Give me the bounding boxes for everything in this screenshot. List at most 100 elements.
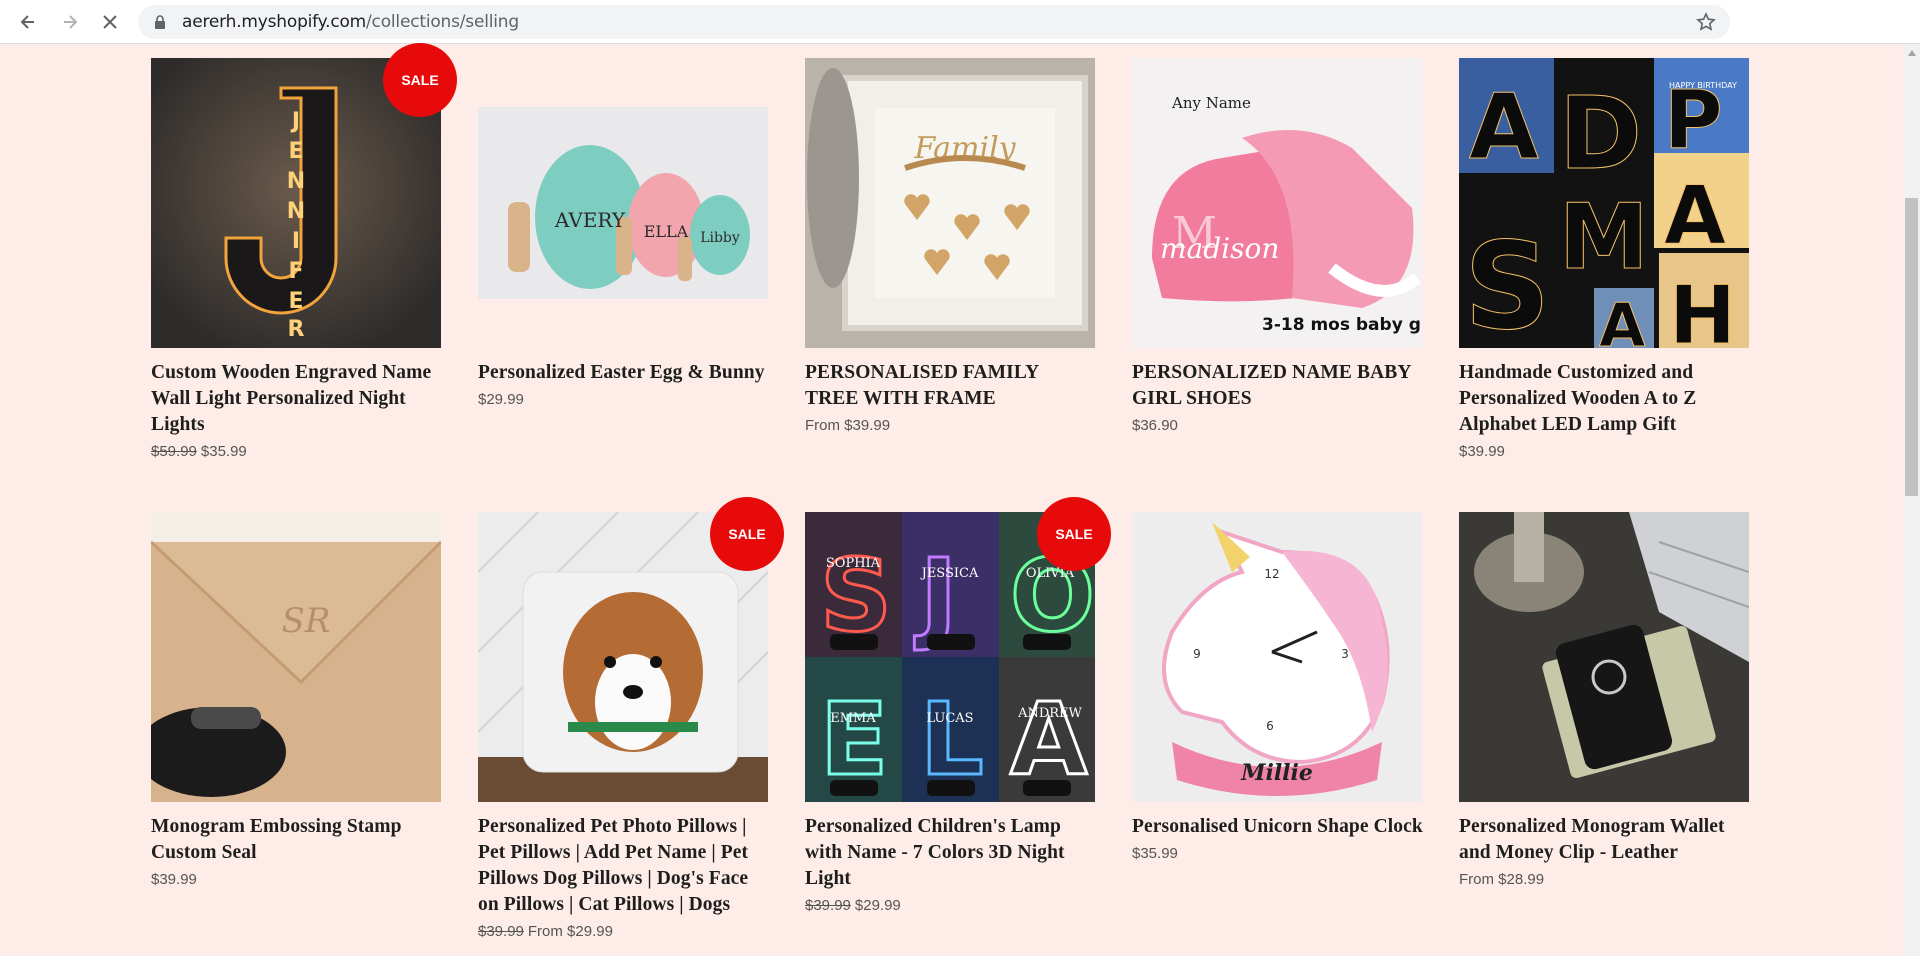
product-price: $39.99 $29.99 bbox=[805, 896, 1096, 916]
forward-arrow-icon bbox=[64, 15, 78, 29]
lamp-letter-a: A bbox=[1469, 75, 1539, 180]
seal-monogram: SR bbox=[282, 601, 331, 641]
product-price: $39.99 bbox=[151, 870, 442, 890]
product-price: From $28.99 bbox=[1459, 870, 1750, 890]
lamp-name-jessica: JESSICA bbox=[920, 566, 979, 581]
any-name-text: Any Name bbox=[1171, 94, 1251, 112]
compare-at-price: $39.99 bbox=[478, 923, 524, 940]
lamp-letter-a-2: A bbox=[1664, 169, 1726, 262]
product-price: $35.99 bbox=[1132, 844, 1423, 864]
product-price: $39.99 From $29.99 bbox=[478, 922, 769, 942]
svg-text:R: R bbox=[288, 317, 305, 342]
url-host: aererh.myshopify.com bbox=[182, 12, 367, 32]
lamp-letter-h: H bbox=[1669, 269, 1736, 348]
product-title[interactable]: Personalized Monogram Wallet and Money C… bbox=[1459, 814, 1750, 866]
clock-six: 6 bbox=[1266, 719, 1274, 733]
product-title[interactable]: Personalized Children's Lamp with Name -… bbox=[805, 814, 1096, 892]
scroll-up-button[interactable] bbox=[1903, 44, 1920, 61]
sale-badge: SALE bbox=[383, 43, 457, 117]
product-price: $39.99 bbox=[1459, 442, 1750, 462]
product-card[interactable]: Personalized Monogram Wallet and Money C… bbox=[1459, 512, 1750, 956]
back-arrow-icon bbox=[20, 15, 34, 29]
url-path: /collections/selling bbox=[366, 12, 519, 32]
product-image[interactable]: AVERY ELLA Libby bbox=[478, 58, 768, 348]
product-image[interactable] bbox=[1459, 512, 1749, 802]
svg-text:E: E bbox=[288, 289, 303, 314]
product-title[interactable]: Monogram Embossing Stamp Custom Seal bbox=[151, 814, 442, 866]
easter-egg-image: AVERY ELLA Libby bbox=[478, 107, 768, 299]
page-scrollbar[interactable] bbox=[1903, 44, 1920, 956]
svg-text:F: F bbox=[288, 259, 303, 284]
unicorn-clock-image: 12 3 6 9 Millie bbox=[1132, 512, 1422, 802]
product-title[interactable]: PERSONALISED FAMILY TREE WITH FRAME bbox=[805, 360, 1096, 412]
compare-at-price: $39.99 bbox=[805, 897, 851, 914]
product-price: $36.90 bbox=[1132, 416, 1423, 436]
product-card[interactable]: SR Monogram Embossing Stamp Custom Seal … bbox=[151, 512, 442, 956]
svg-text:E: E bbox=[288, 139, 303, 164]
clock-twelve: 12 bbox=[1264, 567, 1279, 581]
alphabet-lamp-collage-image: A D P S M A A H HAPPY BIRTHDAY bbox=[1459, 58, 1749, 348]
address-bar[interactable]: aererh.myshopify.com/collections/selling bbox=[138, 5, 1730, 39]
lamp-name-andrew: ANDREW bbox=[1017, 706, 1082, 721]
product-card[interactable]: Any Name M madison 3-18 mos baby girl PE… bbox=[1132, 58, 1423, 512]
product-price: $29.99 bbox=[478, 390, 769, 410]
embossing-stamp-image: SR bbox=[151, 512, 441, 802]
product-title[interactable]: Personalized Pet Photo Pillows | Pet Pil… bbox=[478, 814, 769, 918]
price-value: From $28.99 bbox=[1459, 871, 1545, 888]
product-image[interactable]: Family bbox=[805, 58, 1095, 348]
product-image[interactable]: 12 3 6 9 Millie bbox=[1132, 512, 1422, 802]
sale-price: $35.99 bbox=[200, 443, 247, 460]
compare-at-price: $59.99 bbox=[151, 443, 197, 460]
product-card[interactable]: A D P S M A A H HAPPY BIRTHDAY Handmade … bbox=[1459, 58, 1750, 512]
price-value: From $39.99 bbox=[805, 417, 891, 434]
lamp-name-sophia: SOPHIA bbox=[826, 556, 881, 571]
product-price: $59.99 $35.99 bbox=[151, 442, 442, 462]
back-button[interactable] bbox=[8, 0, 48, 44]
size-caption: 3-18 mos baby girl bbox=[1262, 315, 1422, 335]
bookmark-star-icon[interactable] bbox=[1696, 12, 1716, 32]
product-title[interactable]: Personalised Unicorn Shape Clock bbox=[1132, 814, 1423, 840]
product-title[interactable]: Personalized Easter Egg & Bunny bbox=[478, 360, 769, 386]
product-card[interactable]: SALE Personalized Pet Photo Pillows | Pe… bbox=[478, 497, 784, 956]
product-card[interactable]: AVERY ELLA Libby Personalized Easter Egg… bbox=[478, 58, 769, 512]
clock-nine: 9 bbox=[1193, 647, 1201, 661]
sale-badge: SALE bbox=[710, 497, 784, 571]
product-price: From $39.99 bbox=[805, 416, 1096, 436]
price-value: $39.99 bbox=[1459, 443, 1505, 460]
price-value: $29.99 bbox=[478, 391, 524, 408]
lamp-letter-a-3: A bbox=[1599, 291, 1646, 348]
product-title[interactable]: Custom Wooden Engraved Name Wall Light P… bbox=[151, 360, 442, 438]
happy-birthday-text: HAPPY BIRTHDAY bbox=[1669, 81, 1737, 90]
product-card[interactable]: JENNIFER SALE Custom Wooden Engraved Nam… bbox=[151, 43, 457, 512]
product-image[interactable]: A D P S M A A H HAPPY BIRTHDAY bbox=[1459, 58, 1749, 348]
product-card[interactable]: Family PERSONALISED FAMILY TREE WITH FRA… bbox=[805, 58, 1096, 512]
lamp-letter-d: D bbox=[1559, 75, 1642, 192]
svg-text:I: I bbox=[292, 229, 300, 254]
lock-icon bbox=[155, 15, 165, 29]
family-tree-frame-image: Family bbox=[805, 58, 1095, 348]
price-value: $39.99 bbox=[151, 871, 197, 888]
sale-price: From $29.99 bbox=[527, 923, 613, 940]
lamp-name-emma: EMMA bbox=[830, 711, 876, 726]
sale-badge: SALE bbox=[1037, 497, 1111, 571]
stop-loading-button[interactable] bbox=[90, 0, 130, 44]
product-card[interactable]: 12 3 6 9 Millie Personalised Unicorn Sha… bbox=[1132, 512, 1423, 956]
shoe-name-text: madison bbox=[1160, 232, 1279, 265]
sale-price: $29.99 bbox=[854, 897, 901, 914]
triangle-up-icon bbox=[1907, 49, 1916, 56]
close-icon bbox=[103, 15, 117, 29]
lamp-letter-m: M bbox=[1559, 185, 1649, 290]
forward-button[interactable] bbox=[50, 0, 90, 44]
browser-toolbar: aererh.myshopify.com/collections/selling bbox=[0, 0, 1920, 44]
product-grid: JENNIFER SALE Custom Wooden Engraved Nam… bbox=[151, 43, 1750, 956]
lamp-letter-s: S bbox=[1464, 218, 1550, 348]
egg-name-libby: Libby bbox=[700, 230, 740, 246]
product-title[interactable]: Handmade Customized and Personalized Woo… bbox=[1459, 360, 1750, 438]
clock-three: 3 bbox=[1341, 647, 1349, 661]
product-title[interactable]: PERSONALIZED NAME BABY GIRL SHOES bbox=[1132, 360, 1423, 412]
product-image[interactable]: Any Name M madison 3-18 mos baby girl bbox=[1132, 58, 1422, 348]
svg-text:N: N bbox=[287, 169, 305, 194]
scrollbar-thumb[interactable] bbox=[1905, 198, 1918, 496]
product-card[interactable]: S J O E L A SOPHIA JESSICA OLIVIA EMMA L… bbox=[805, 497, 1111, 956]
product-image[interactable]: SR bbox=[151, 512, 441, 802]
